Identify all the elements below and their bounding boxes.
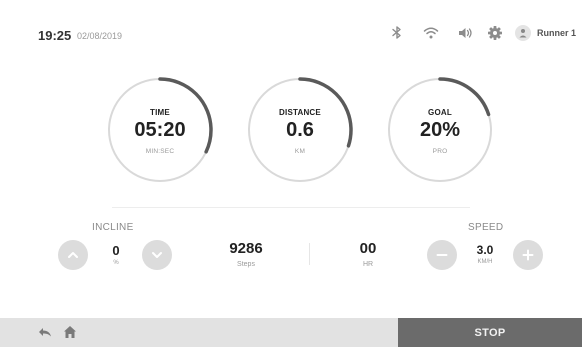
goal-title: GOAL (428, 108, 452, 117)
goal-value: 20% (419, 119, 461, 141)
time-title: TIME (150, 108, 170, 117)
home-icon[interactable] (62, 324, 78, 340)
gear-icon[interactable] (486, 24, 504, 42)
incline-unit: % (113, 260, 119, 266)
incline-value: 0 (112, 243, 120, 258)
stop-button[interactable]: STOP (398, 318, 582, 347)
time-unit: MIN:SEC (145, 148, 175, 155)
incline-label: INCLINE (92, 222, 134, 233)
chevron-down-icon (152, 252, 162, 258)
metrics-divider (309, 243, 310, 265)
distance-unit: KM (294, 148, 306, 155)
speed-increase-button[interactable] (513, 240, 543, 270)
volume-icon[interactable] (456, 24, 474, 42)
distance-gauge: DISTANCE 0.6 KM (246, 76, 354, 184)
speed-decrease-button[interactable] (427, 240, 457, 270)
chevron-up-icon (68, 252, 78, 258)
incline-down-button[interactable] (142, 240, 172, 270)
distance-value: 0.6 (286, 119, 314, 141)
bluetooth-icon[interactable] (388, 24, 406, 42)
time-gauge: TIME 05:20 MIN:SEC (106, 76, 214, 184)
user-name: Runner 1 (537, 28, 577, 38)
heart-rate-label: HR (362, 261, 374, 268)
user-profile[interactable]: Runner 1 (515, 24, 576, 42)
clock-date: 02/08/2019 (77, 31, 123, 41)
clock-time: 19:25 (38, 28, 72, 43)
speed-label: SPEED (468, 222, 504, 233)
section-divider (112, 207, 470, 208)
status-bar: 19:25 02/08/2019 Runner 1 (0, 0, 582, 60)
treadmill-workout-screen: 19:25 02/08/2019 Runner 1 TIME 05:20 MIN… (0, 0, 582, 347)
steps-label: Steps (237, 261, 255, 268)
goal-gauge: GOAL 20% PRO (386, 76, 494, 184)
speed-unit: KM/H (477, 259, 493, 265)
plus-icon (522, 249, 534, 261)
goal-unit: PRO (432, 148, 448, 155)
incline-up-button[interactable] (58, 240, 88, 270)
minus-icon (436, 254, 448, 256)
speed-value: 3.0 (476, 243, 494, 257)
back-icon[interactable] (37, 324, 53, 340)
heart-rate-value: 00 (359, 240, 377, 257)
wifi-icon[interactable] (422, 24, 440, 42)
distance-title: DISTANCE (279, 108, 321, 117)
time-value: 05:20 (134, 119, 186, 141)
steps-value: 9286 (229, 240, 263, 257)
user-icon (515, 25, 531, 41)
